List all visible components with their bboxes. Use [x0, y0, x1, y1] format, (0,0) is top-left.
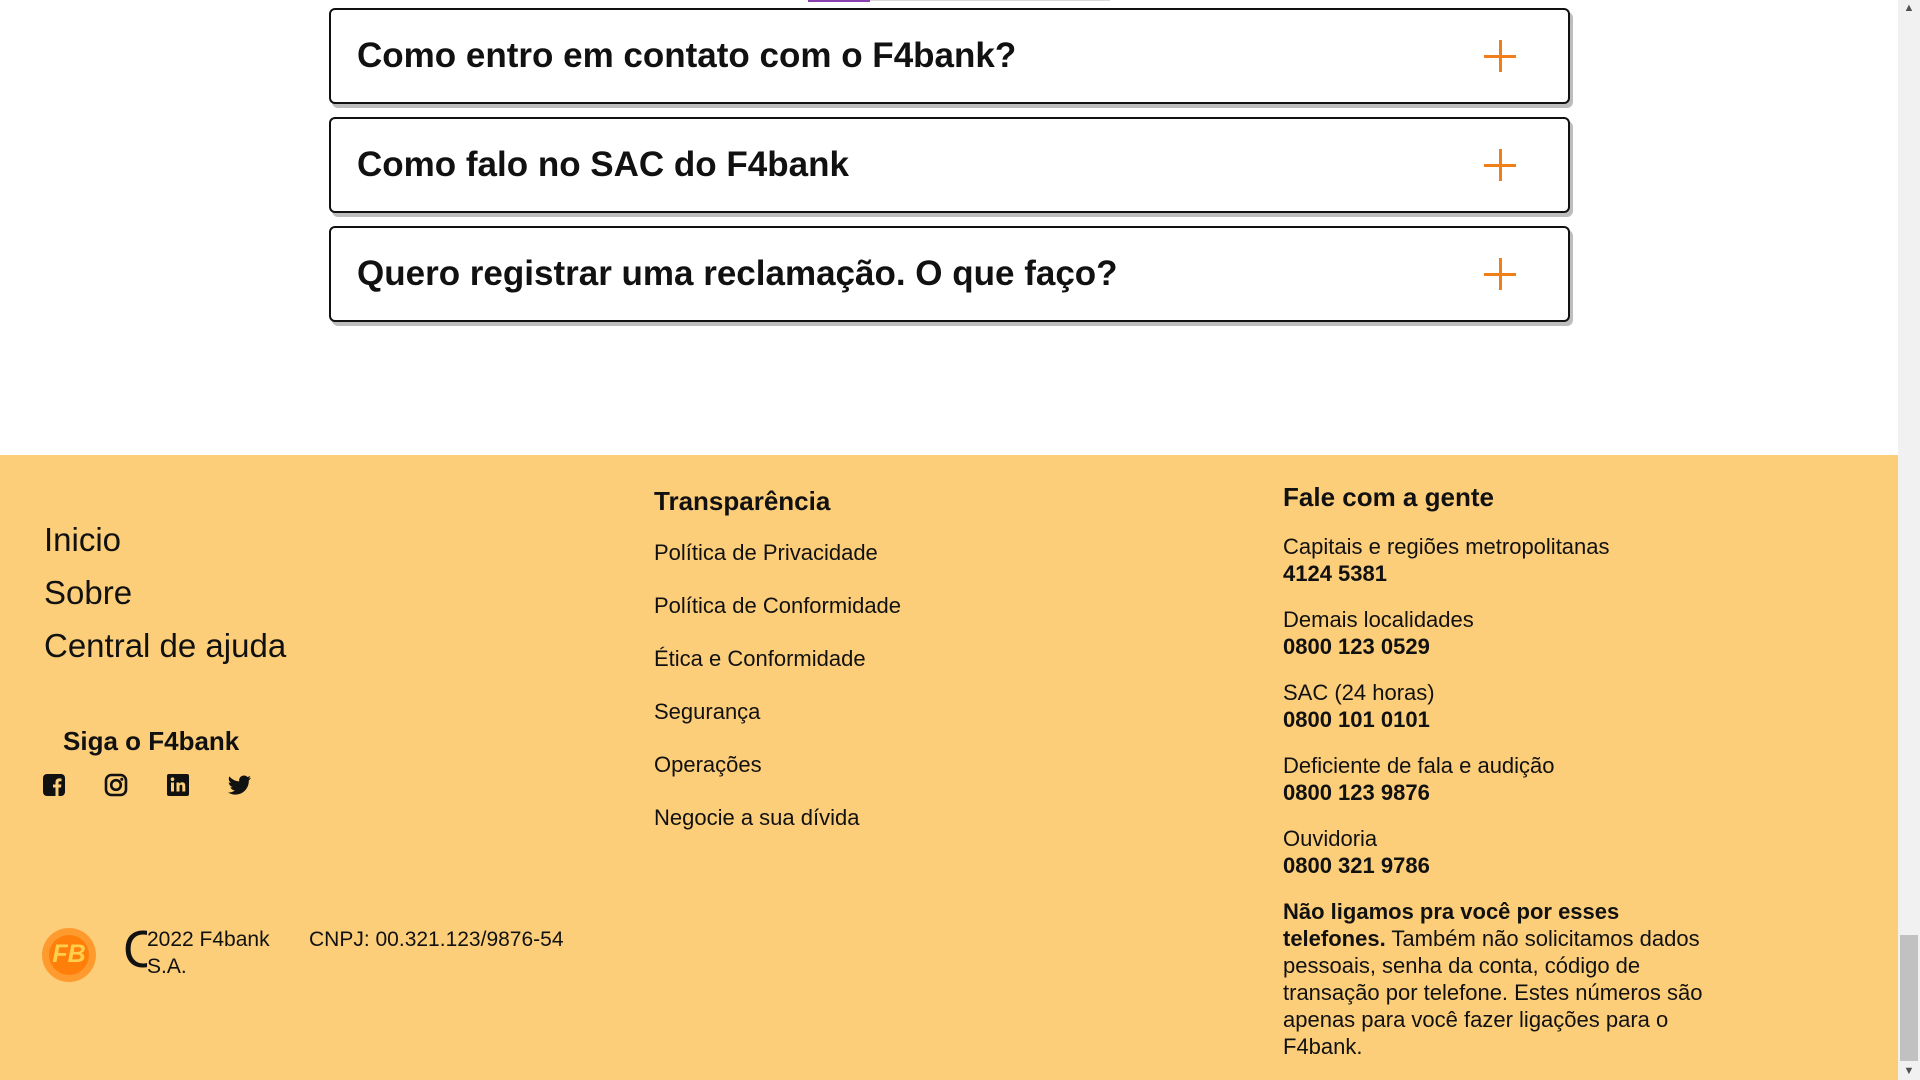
faq-question: Como entro em contato com o F4bank? [357, 36, 1017, 75]
contact-title: Fale com a gente [1283, 482, 1494, 512]
link-negocie-divida[interactable]: Negocie a sua dívida [654, 804, 901, 831]
brand-logo: FB [42, 928, 96, 982]
contact-phone: 0800 321 9786 [1283, 853, 1430, 878]
faq-question: Quero registrar uma reclamação. O que fa… [357, 254, 1118, 293]
contact-label: Capitais e regiões metropolitanas [1283, 534, 1610, 559]
footer-link-inicio[interactable]: Inicio [44, 513, 286, 566]
footer-link-central-de-ajuda[interactable]: Central de ajuda [44, 619, 286, 672]
link-etica-conformidade[interactable]: Ética e Conformidade [654, 645, 901, 672]
contact-phone: 0800 123 0529 [1283, 634, 1430, 659]
copyright-block: FB C 2022 F4bank S.A. CNPJ: 00.321.123/9… [42, 928, 564, 982]
instagram-icon[interactable] [104, 773, 128, 797]
contact-label: Deficiente de fala e audição [1283, 753, 1555, 778]
top-accent-line [808, 0, 870, 2]
scroll-up-arrow-icon[interactable]: ▲ [1898, 0, 1920, 17]
transparency-title: Transparência [654, 486, 831, 516]
logo-text: FB [52, 940, 86, 968]
scroll-down-arrow-icon[interactable]: ▼ [1898, 1063, 1920, 1080]
plus-icon[interactable] [1484, 40, 1516, 72]
cnpj-text: CNPJ: 00.321.123/9876-54 [309, 928, 564, 951]
contact-item: Capitais e regiões metropolitanas 4124 5… [1283, 533, 1723, 587]
contact-phone: 0800 123 9876 [1283, 780, 1430, 805]
contact-column: Fale com a gente Capitais e regiões metr… [1283, 482, 1723, 1060]
scrollbar-thumb[interactable] [1900, 935, 1918, 1061]
contact-item: Deficiente de fala e audição 0800 123 98… [1283, 752, 1723, 806]
plus-icon[interactable] [1484, 149, 1516, 181]
contact-label: Demais localidades [1283, 607, 1474, 632]
top-divider-line [870, 0, 1110, 1]
contact-phone: 0800 101 0101 [1283, 707, 1430, 732]
link-politica-conformidade[interactable]: Política de Conformidade [654, 592, 901, 619]
faq-list: Como entro em contato com o F4bank? Como… [329, 8, 1570, 335]
contact-label: Ouvidoria [1283, 826, 1378, 851]
faq-question: Como falo no SAC do F4bank [357, 145, 849, 184]
facebook-icon[interactable] [42, 773, 66, 797]
social-links [42, 773, 252, 797]
faq-item-contato[interactable]: Como entro em contato com o F4bank? [329, 8, 1570, 104]
linkedin-icon[interactable] [166, 773, 190, 797]
security-notice: Não ligamos pra você por esses telefones… [1283, 898, 1723, 1060]
footer-link-sobre[interactable]: Sobre [44, 566, 286, 619]
faq-item-reclamacao[interactable]: Quero registrar uma reclamação. O que fa… [329, 226, 1570, 322]
vertical-scrollbar[interactable]: ▲ ▼ [1898, 0, 1920, 1080]
follow-title: Siga o F4bank [63, 726, 240, 756]
contact-item: Ouvidoria 0800 321 9786 [1283, 825, 1723, 879]
copyright-text: 2022 F4bank S.A. [147, 928, 270, 978]
footer: Inicio Sobre Central de ajuda Siga o F4b… [0, 455, 1898, 1080]
twitter-icon[interactable] [228, 773, 252, 797]
contact-label: SAC (24 horas) [1283, 680, 1435, 705]
contact-phone: 4124 5381 [1283, 561, 1387, 586]
copyright-icon: C [123, 928, 147, 976]
contact-item: Demais localidades 0800 123 0529 [1283, 606, 1723, 660]
transparency-column: Transparência Política de Privacidade Po… [654, 486, 901, 857]
faq-item-sac[interactable]: Como falo no SAC do F4bank [329, 117, 1570, 213]
contact-item: SAC (24 horas) 0800 101 0101 [1283, 679, 1723, 733]
link-politica-privacidade[interactable]: Política de Privacidade [654, 539, 901, 566]
link-operacoes[interactable]: Operações [654, 751, 901, 778]
link-seguranca[interactable]: Segurança [654, 698, 901, 725]
footer-nav: Inicio Sobre Central de ajuda [44, 513, 286, 672]
plus-icon[interactable] [1484, 258, 1516, 290]
